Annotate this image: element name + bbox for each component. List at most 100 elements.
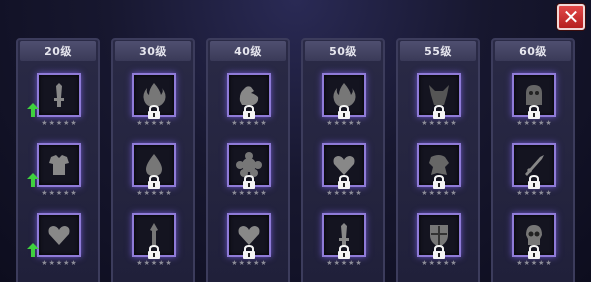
star-icon: ★ xyxy=(143,259,150,267)
star-icon: ★ xyxy=(355,259,362,267)
star-icon: ★ xyxy=(516,119,523,127)
star-rating: ★ ★ ★ ★ ★ xyxy=(37,189,81,197)
star-rating: ★ ★ ★ ★ ★ xyxy=(227,119,271,127)
star-icon: ★ xyxy=(136,259,143,267)
talent-slot[interactable]: ★ ★ ★ ★ ★ xyxy=(512,143,556,197)
talent-slot[interactable]: ★ ★ ★ ★ ★ xyxy=(417,213,461,267)
star-icon: ★ xyxy=(253,259,260,267)
star-icon: ★ xyxy=(158,119,165,127)
star-icon: ★ xyxy=(238,259,245,267)
lock-icon xyxy=(243,175,255,189)
star-icon: ★ xyxy=(41,259,48,267)
star-icon: ★ xyxy=(443,259,450,267)
star-icon: ★ xyxy=(150,259,158,267)
star-rating: ★ ★ ★ ★ ★ xyxy=(227,189,271,197)
talent-slot[interactable]: ★ ★ ★ ★ ★ xyxy=(27,73,81,127)
star-rating: ★ ★ ★ ★ ★ xyxy=(37,119,81,127)
talent-slot[interactable]: ★ ★ ★ ★ ★ xyxy=(512,73,556,127)
star-icon: ★ xyxy=(70,119,77,127)
star-icon: ★ xyxy=(63,119,70,127)
upgrade-arrow-icon xyxy=(27,243,39,257)
star-icon: ★ xyxy=(421,189,428,197)
star-icon: ★ xyxy=(435,119,443,127)
level-column: 40级 ★ ★ ★ ★ ★ ★ ★ ★ ★ ★ ★ ★ ★ ★ ★ xyxy=(206,38,290,282)
talent-slot[interactable]: ★ ★ ★ ★ ★ xyxy=(27,143,81,197)
star-icon: ★ xyxy=(48,189,55,197)
talent-slot[interactable]: ★ ★ ★ ★ ★ xyxy=(227,143,271,197)
talent-slot[interactable]: ★ ★ ★ ★ ★ xyxy=(132,213,176,267)
star-icon: ★ xyxy=(538,189,545,197)
star-icon: ★ xyxy=(70,189,77,197)
star-rating: ★ ★ ★ ★ ★ xyxy=(417,259,461,267)
star-icon: ★ xyxy=(55,189,63,197)
level-header: 20级 xyxy=(20,41,96,61)
star-icon: ★ xyxy=(348,259,355,267)
talent-slot[interactable]: ★ ★ ★ ★ ★ xyxy=(132,143,176,197)
talent-slot[interactable]: ★ ★ ★ ★ ★ xyxy=(322,213,366,267)
lock-icon xyxy=(148,105,160,119)
talent-slot[interactable]: ★ ★ ★ ★ ★ xyxy=(27,213,81,267)
star-icon: ★ xyxy=(348,189,355,197)
armor-icon xyxy=(49,155,69,175)
star-icon: ★ xyxy=(538,119,545,127)
talent-slot[interactable]: ★ ★ ★ ★ ★ xyxy=(227,213,271,267)
star-rating: ★ ★ ★ ★ ★ xyxy=(512,189,556,197)
star-icon: ★ xyxy=(253,119,260,127)
star-icon: ★ xyxy=(260,119,267,127)
star-icon: ★ xyxy=(238,119,245,127)
star-icon: ★ xyxy=(63,189,70,197)
star-icon: ★ xyxy=(165,119,172,127)
slot-frame xyxy=(37,73,81,117)
level-column: 50级 ★ ★ ★ ★ ★ ★ ★ ★ ★ ★ ★ ★ ★ ★ ★ xyxy=(301,38,385,282)
level-header: 30级 xyxy=(115,41,191,61)
star-icon: ★ xyxy=(165,259,172,267)
star-icon: ★ xyxy=(333,189,340,197)
level-column: 20级 ★ ★ ★ ★ ★ ★ ★ ★ ★ ★ ★ ★ ★ ★ ★ xyxy=(16,38,100,282)
talent-slot[interactable]: ★ ★ ★ ★ ★ xyxy=(322,143,366,197)
star-icon: ★ xyxy=(260,259,267,267)
star-icon: ★ xyxy=(55,119,63,127)
star-icon: ★ xyxy=(333,119,340,127)
talent-slot[interactable]: ★ ★ ★ ★ ★ xyxy=(322,73,366,127)
star-icon: ★ xyxy=(41,119,48,127)
star-icon: ★ xyxy=(63,259,70,267)
slot-frame xyxy=(37,213,81,257)
star-icon: ★ xyxy=(150,119,158,127)
level-header: 55级 xyxy=(400,41,476,61)
level-header: 50级 xyxy=(305,41,381,61)
lock-icon xyxy=(243,105,255,119)
level-column: 60级 ★ ★ ★ ★ ★ ★ ★ ★ ★ ★ ★ ★ ★ ★ ★ xyxy=(491,38,575,282)
star-icon: ★ xyxy=(530,189,538,197)
close-button[interactable]: ✕ xyxy=(557,4,585,30)
star-icon: ★ xyxy=(326,119,333,127)
star-icon: ★ xyxy=(326,259,333,267)
star-icon: ★ xyxy=(260,189,267,197)
star-icon: ★ xyxy=(523,189,530,197)
lock-icon xyxy=(433,245,445,259)
star-icon: ★ xyxy=(158,259,165,267)
talent-slot[interactable]: ★ ★ ★ ★ ★ xyxy=(512,213,556,267)
talent-slot[interactable]: ★ ★ ★ ★ ★ xyxy=(227,73,271,127)
star-icon: ★ xyxy=(231,119,238,127)
star-icon: ★ xyxy=(545,119,552,127)
star-icon: ★ xyxy=(450,259,457,267)
star-rating: ★ ★ ★ ★ ★ xyxy=(512,119,556,127)
star-icon: ★ xyxy=(435,259,443,267)
level-column: 55级 ★ ★ ★ ★ ★ ★ ★ ★ ★ ★ ★ ★ ★ ★ ★ xyxy=(396,38,480,282)
talent-slot[interactable]: ★ ★ ★ ★ ★ xyxy=(132,73,176,127)
star-icon: ★ xyxy=(333,259,340,267)
star-icon: ★ xyxy=(253,189,260,197)
star-rating: ★ ★ ★ ★ ★ xyxy=(322,119,366,127)
lock-icon xyxy=(338,245,350,259)
star-rating: ★ ★ ★ ★ ★ xyxy=(512,259,556,267)
star-icon: ★ xyxy=(231,189,238,197)
star-icon: ★ xyxy=(231,259,238,267)
star-icon: ★ xyxy=(516,259,523,267)
talent-slot[interactable]: ★ ★ ★ ★ ★ xyxy=(417,143,461,197)
talent-slot[interactable]: ★ ★ ★ ★ ★ xyxy=(417,73,461,127)
star-icon: ★ xyxy=(523,259,530,267)
star-rating: ★ ★ ★ ★ ★ xyxy=(132,189,176,197)
star-icon: ★ xyxy=(450,119,457,127)
star-rating: ★ ★ ★ ★ ★ xyxy=(417,119,461,127)
star-icon: ★ xyxy=(443,119,450,127)
